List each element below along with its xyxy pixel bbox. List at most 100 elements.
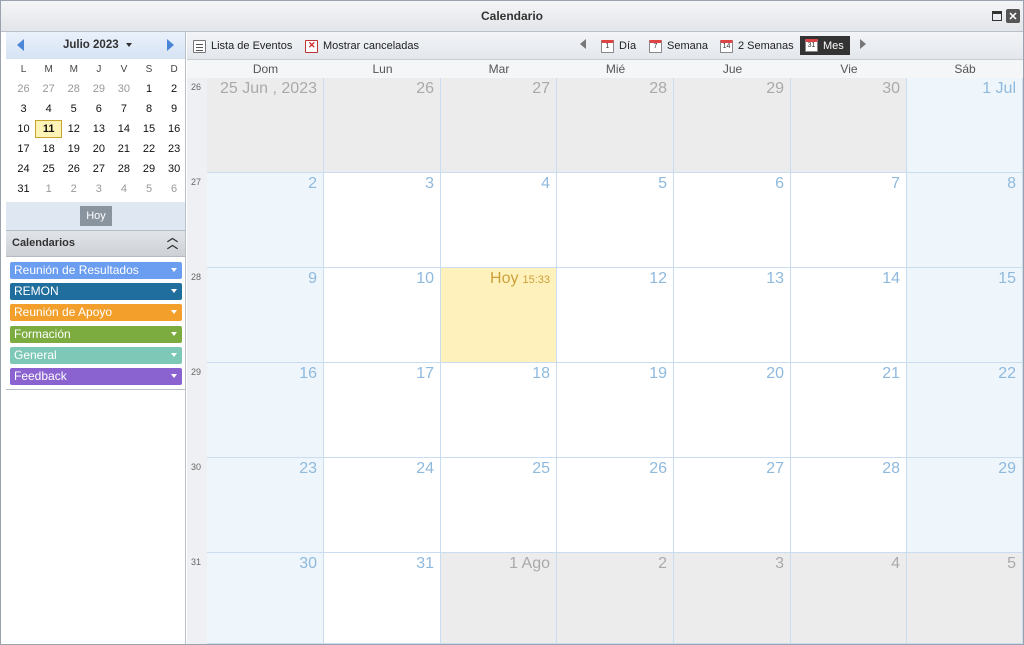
day-cell[interactable]: 22 <box>907 363 1023 458</box>
mini-day[interactable]: 31 <box>11 179 36 199</box>
dropdown-arrow-icon[interactable] <box>171 289 177 294</box>
day-cell[interactable]: 2 <box>557 553 674 644</box>
day-cell[interactable]: 3 <box>674 553 791 644</box>
event-list-button[interactable]: Lista de Eventos <box>193 37 292 55</box>
mini-day[interactable]: 28 <box>111 159 136 179</box>
mini-day[interactable]: 6 <box>86 99 111 119</box>
mini-day[interactable]: 1 <box>36 179 61 199</box>
mini-day[interactable]: 8 <box>136 99 161 119</box>
day-cell[interactable]: 31 <box>324 553 441 644</box>
day-cell[interactable]: 12 <box>557 268 674 363</box>
mini-prev-month-arrow-icon[interactable] <box>17 39 24 51</box>
day-cell[interactable]: 26 <box>324 78 441 173</box>
mini-day[interactable]: 14 <box>111 119 136 139</box>
month-view-button[interactable]: Mes <box>800 36 850 55</box>
mini-day[interactable]: 27 <box>86 159 111 179</box>
day-cell[interactable]: 28 <box>791 458 907 553</box>
mini-day[interactable]: 22 <box>136 139 161 159</box>
day-cell[interactable]: 14 <box>791 268 907 363</box>
mini-day[interactable]: 15 <box>136 119 161 139</box>
mini-next-month-arrow-icon[interactable] <box>167 39 174 51</box>
day-cell[interactable]: 25 Jun , 2023 <box>207 78 324 173</box>
mini-day[interactable]: 20 <box>86 139 111 159</box>
day-cell[interactable]: 5 <box>907 553 1023 644</box>
day-cell[interactable]: 13 <box>674 268 791 363</box>
close-button[interactable]: ✕ <box>1006 9 1020 23</box>
calendar-item[interactable]: General <box>10 346 182 364</box>
day-cell[interactable]: 9 <box>207 268 324 363</box>
mini-day[interactable]: 19 <box>61 139 86 159</box>
day-cell[interactable]: 26 <box>557 458 674 553</box>
mini-day[interactable]: 24 <box>11 159 36 179</box>
mini-day[interactable]: 17 <box>11 139 36 159</box>
day-cell[interactable]: 23 <box>207 458 324 553</box>
mini-day[interactable]: 2 <box>61 179 86 199</box>
calendar-item[interactable]: Reunión de Resultados <box>10 262 182 279</box>
two-weeks-view-button[interactable]: 2 Semanas <box>720 37 794 55</box>
calendar-item[interactable]: Feedback <box>10 368 182 385</box>
mini-day[interactable]: 27 <box>36 79 61 99</box>
day-cell[interactable]: 7 <box>791 173 907 268</box>
mini-day[interactable]: 21 <box>111 139 136 159</box>
mini-day[interactable]: 26 <box>11 79 36 99</box>
mini-day[interactable]: 11 <box>35 120 63 138</box>
next-period-arrow-icon[interactable] <box>860 39 866 49</box>
day-cell[interactable]: 4 <box>441 173 557 268</box>
mini-day[interactable]: 28 <box>61 79 86 99</box>
collapse-icon[interactable]: ︿ ︿ <box>167 233 178 251</box>
mini-day[interactable]: 3 <box>11 99 36 119</box>
mini-calendar-month-title[interactable]: Julio 2023 <box>63 39 119 51</box>
today-button[interactable]: Hoy <box>80 206 112 226</box>
day-cell[interactable]: 3 <box>324 173 441 268</box>
dropdown-arrow-icon[interactable] <box>171 352 177 357</box>
dropdown-arrow-icon[interactable] <box>171 374 177 378</box>
dropdown-arrow-icon[interactable] <box>171 310 177 315</box>
day-cell[interactable]: 1 Ago <box>441 553 557 644</box>
day-cell[interactable]: 2 <box>207 173 324 268</box>
show-canceled-button[interactable]: Mostrar canceladas <box>305 37 419 55</box>
day-cell[interactable]: 29 <box>907 458 1023 553</box>
mini-day[interactable]: 1 <box>136 79 161 99</box>
calendar-item[interactable]: Reunión de Apoyo <box>10 304 182 322</box>
mini-day[interactable]: 9 <box>162 99 187 119</box>
mini-day[interactable]: 25 <box>36 159 61 179</box>
mini-day[interactable]: 26 <box>61 159 86 179</box>
calendar-item[interactable]: Formación <box>10 325 182 343</box>
mini-day[interactable]: 30 <box>162 159 187 179</box>
mini-day[interactable]: 2 <box>162 79 187 99</box>
day-cell[interactable]: 5 <box>557 173 674 268</box>
day-cell[interactable]: 27 <box>441 78 557 173</box>
mini-day[interactable]: 30 <box>111 79 136 99</box>
day-cell[interactable]: 24 <box>324 458 441 553</box>
prev-period-arrow-icon[interactable] <box>580 39 586 49</box>
mini-day[interactable]: 16 <box>162 119 187 139</box>
dropdown-arrow-icon[interactable] <box>171 268 177 272</box>
day-cell[interactable]: 10 <box>324 268 441 363</box>
day-cell[interactable]: 25 <box>441 458 557 553</box>
day-cell[interactable]: 1 Jul <box>907 78 1023 173</box>
mini-day[interactable]: 23 <box>162 139 187 159</box>
mini-day[interactable]: 7 <box>111 99 136 119</box>
day-cell[interactable]: 15 <box>907 268 1023 363</box>
day-cell[interactable]: 28 <box>557 78 674 173</box>
day-cell[interactable]: 16 <box>207 363 324 458</box>
calendar-item[interactable]: REMON <box>10 283 182 301</box>
dropdown-arrow-icon[interactable] <box>171 331 177 336</box>
mini-day[interactable]: 18 <box>36 139 61 159</box>
maximize-button[interactable] <box>990 9 1004 23</box>
mini-day[interactable]: 12 <box>61 119 86 139</box>
mini-day[interactable]: 29 <box>86 79 111 99</box>
day-cell[interactable]: 21 <box>791 363 907 458</box>
day-cell[interactable]: 17 <box>324 363 441 458</box>
month-dropdown-caret-icon[interactable] <box>126 43 132 47</box>
mini-day[interactable]: 10 <box>11 119 36 139</box>
mini-day[interactable]: 4 <box>36 99 61 119</box>
week-view-button[interactable]: Semana <box>649 37 708 55</box>
day-cell[interactable]: 27 <box>674 458 791 553</box>
mini-day[interactable]: 3 <box>86 179 111 199</box>
mini-day[interactable]: 29 <box>136 159 161 179</box>
day-cell[interactable]: 19 <box>557 363 674 458</box>
day-view-button[interactable]: Día <box>601 37 636 55</box>
day-cell[interactable]: 8 <box>907 173 1023 268</box>
mini-day[interactable]: 5 <box>136 179 161 199</box>
